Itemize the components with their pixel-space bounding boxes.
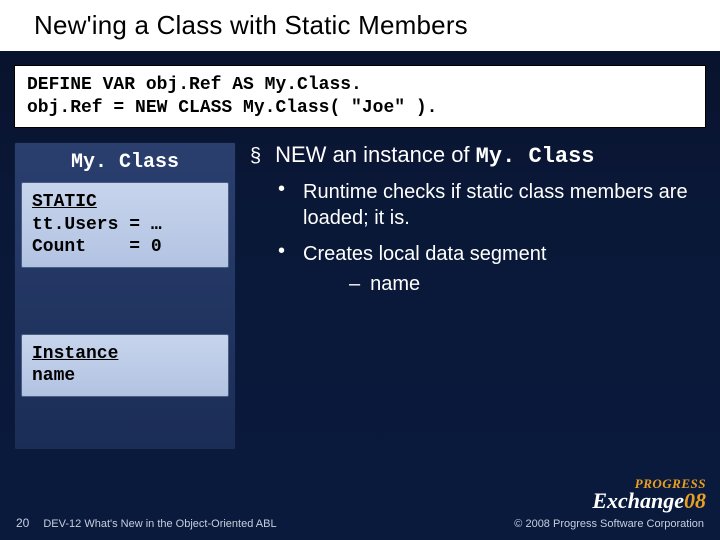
session-name: DEV-12 What's New in the Object-Oriented… bbox=[43, 518, 276, 530]
footer-left: 20 DEV-12 What's New in the Object-Orien… bbox=[16, 516, 277, 530]
footer: 20 DEV-12 What's New in the Object-Orien… bbox=[0, 516, 720, 530]
bullet-dot-icon: • bbox=[278, 179, 285, 231]
bullet-head-mono: My. Class bbox=[476, 144, 595, 169]
sub-sub-list: – name bbox=[303, 271, 546, 297]
bullet-content: § NEW an instance of My. Class • Runtime… bbox=[250, 142, 706, 450]
code-line-2: obj.Ref = NEW CLASS My.Class( "Joe" ). bbox=[27, 98, 437, 118]
sub-sub-text: name bbox=[370, 271, 420, 297]
class-box-title: My. Class bbox=[21, 149, 229, 182]
logo-event-right: 08 bbox=[684, 488, 706, 513]
list-item: • Creates local data segment – name bbox=[278, 241, 706, 297]
static-section: STATIC tt.Users = … Count = 0 bbox=[21, 182, 229, 268]
logo-event-left: Exchange bbox=[592, 488, 684, 513]
bullet-dot-icon: • bbox=[278, 241, 285, 297]
slide: New'ing a Class with Static Members DEFI… bbox=[0, 0, 720, 540]
slide-title: New'ing a Class with Static Members bbox=[0, 0, 720, 51]
bullet-2-text: Creates local data segment bbox=[303, 243, 546, 265]
instance-label: Instance bbox=[32, 344, 118, 364]
bullet-head: § NEW an instance of My. Class bbox=[250, 142, 706, 169]
bullet-head-prefix: NEW an instance of bbox=[275, 142, 476, 167]
class-box: My. Class STATIC tt.Users = … Count = 0 … bbox=[14, 142, 236, 450]
section-icon: § bbox=[250, 146, 261, 166]
page-number: 20 bbox=[16, 516, 29, 530]
code-sample: DEFINE VAR obj.Ref AS My.Class. obj.Ref … bbox=[14, 65, 706, 128]
logo-event: Exchange08 bbox=[592, 490, 706, 512]
event-logo: PROGRESS Exchange08 bbox=[592, 477, 706, 512]
copyright: © 2008 Progress Software Corporation bbox=[514, 518, 704, 530]
static-line-2: Count = 0 bbox=[32, 237, 162, 257]
instance-section: Instance name bbox=[21, 334, 229, 397]
bullet-1-text: Runtime checks if static class members a… bbox=[303, 179, 706, 231]
list-item: • Runtime checks if static class members… bbox=[278, 179, 706, 231]
instance-line-1: name bbox=[32, 366, 75, 386]
sub-bullet-list: • Runtime checks if static class members… bbox=[250, 179, 706, 297]
bullet-2-wrap: Creates local data segment – name bbox=[303, 241, 546, 297]
static-label: STATIC bbox=[32, 192, 97, 212]
dash-icon: – bbox=[349, 271, 360, 297]
static-line-1: tt.Users = … bbox=[32, 215, 162, 235]
code-line-1: DEFINE VAR obj.Ref AS My.Class. bbox=[27, 75, 362, 95]
content-row: My. Class STATIC tt.Users = … Count = 0 … bbox=[14, 142, 706, 450]
bullet-head-text: NEW an instance of My. Class bbox=[275, 142, 594, 169]
sub-sub-item: – name bbox=[349, 271, 546, 297]
